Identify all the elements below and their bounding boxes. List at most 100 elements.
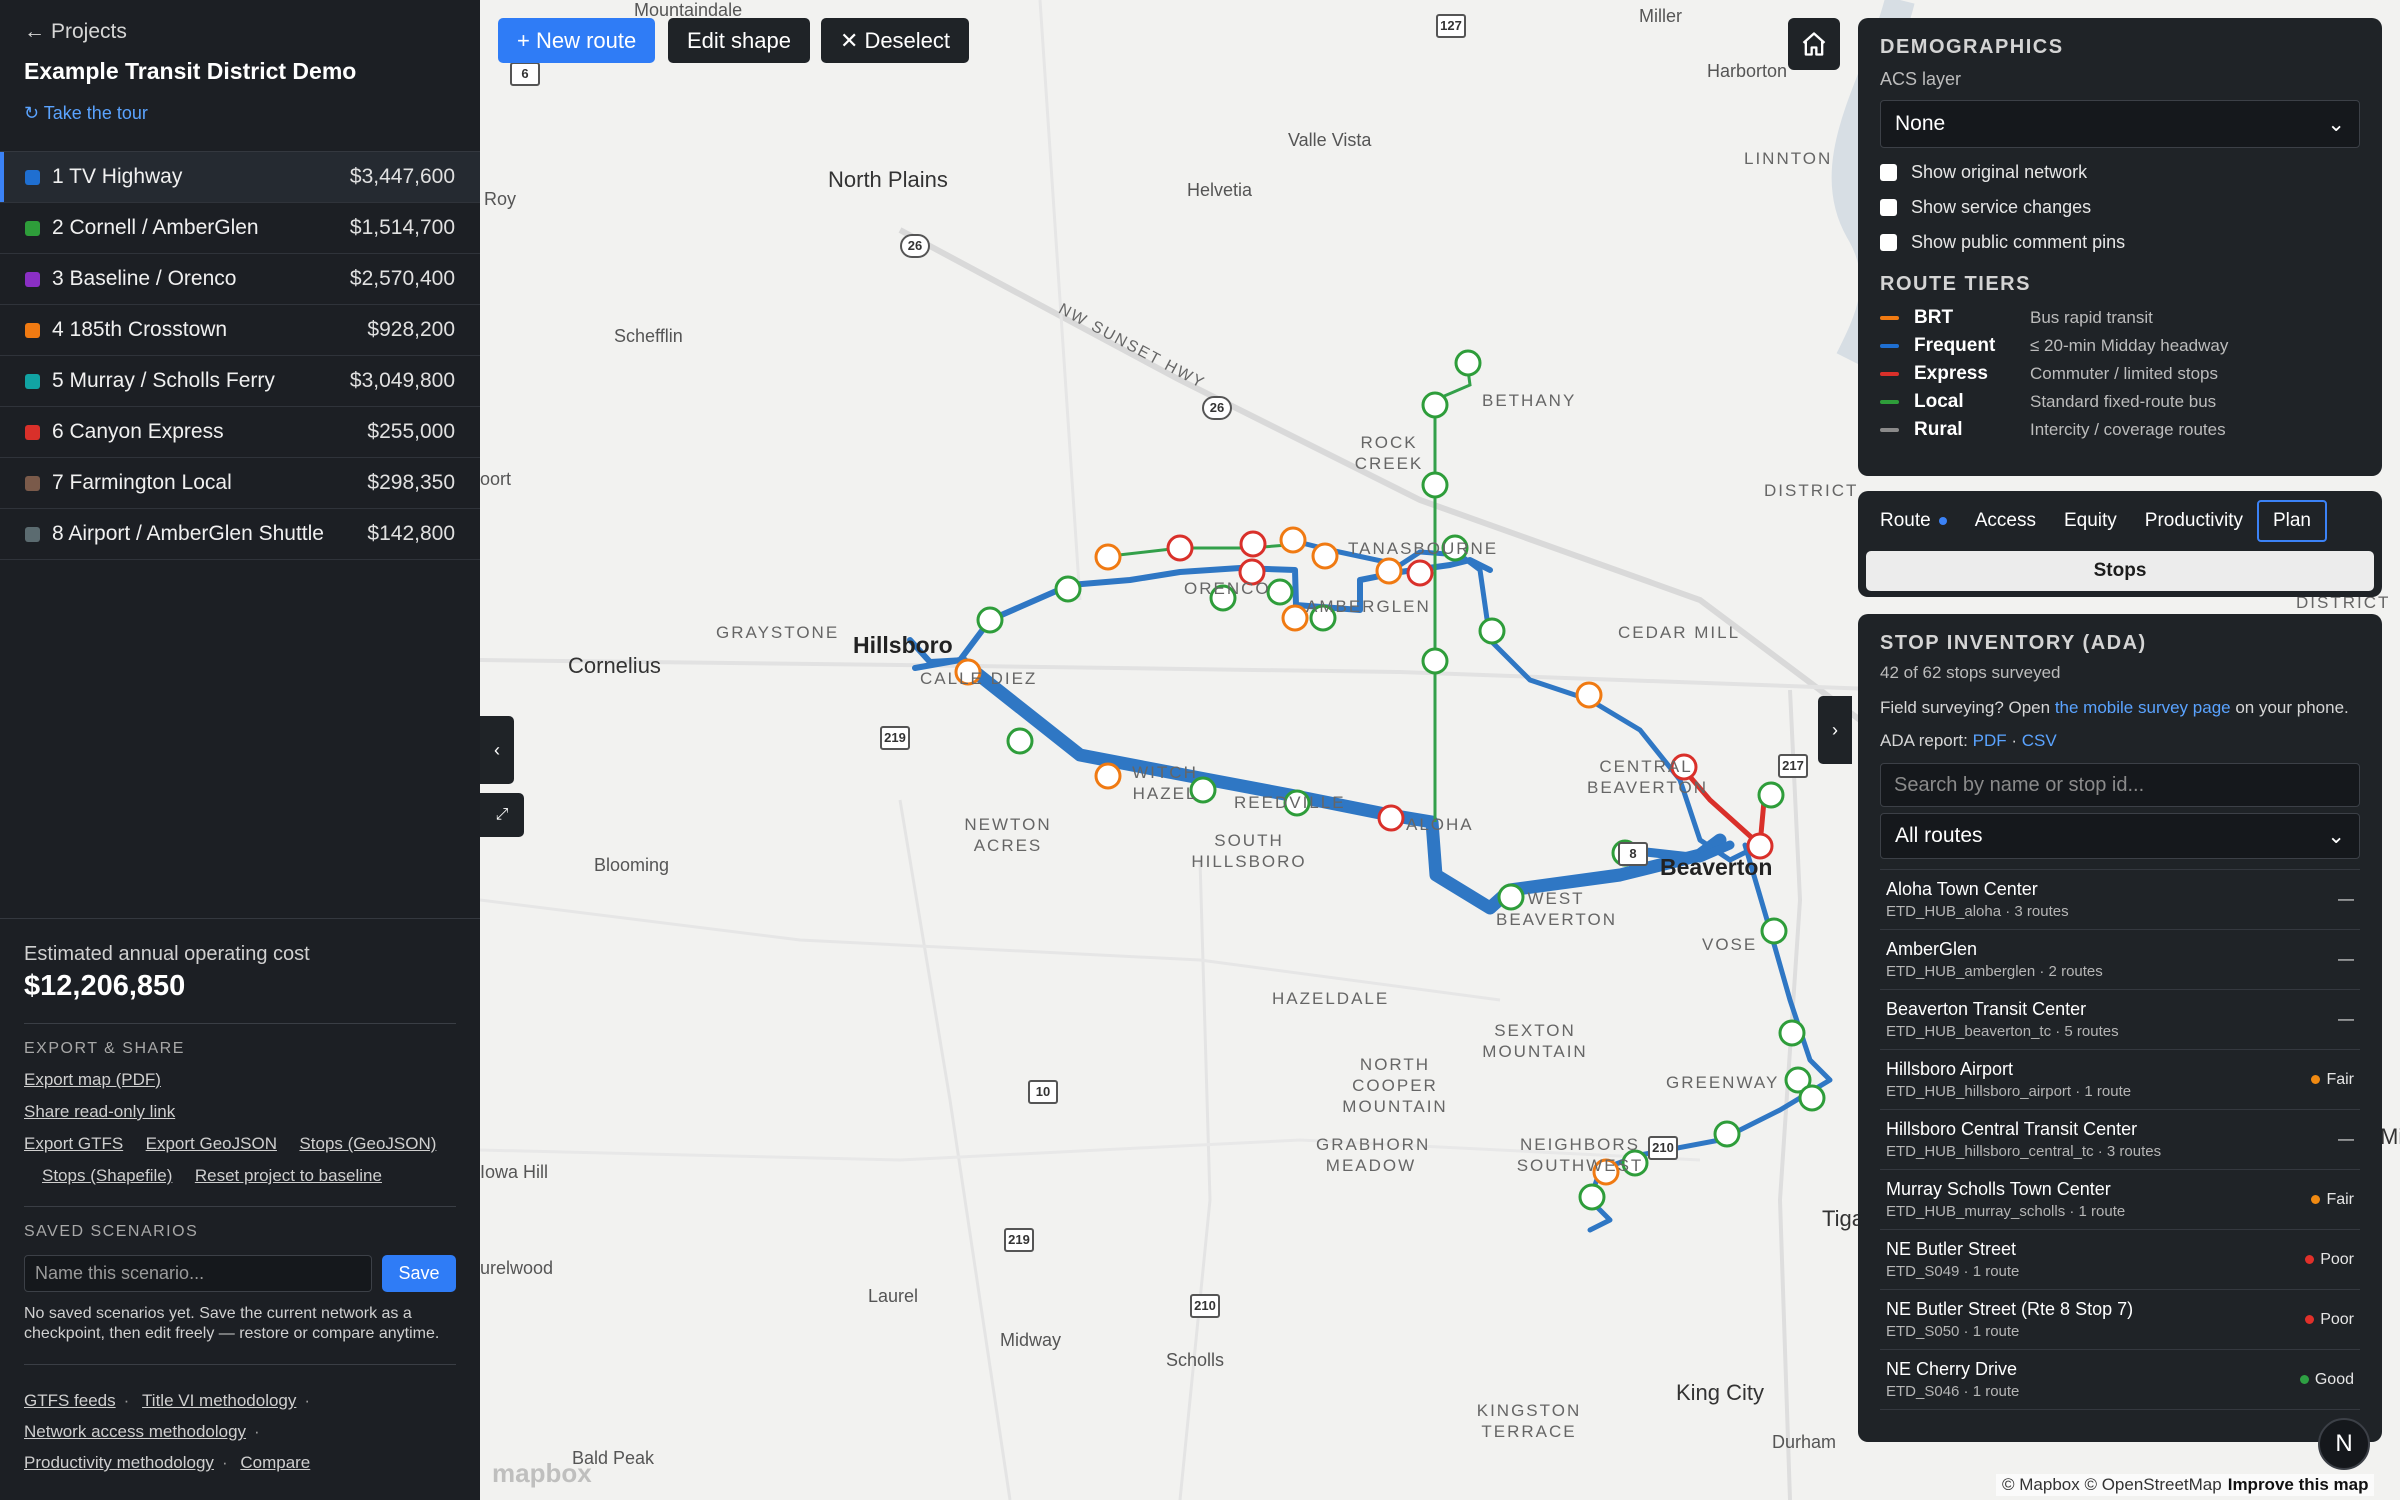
subtab-stops[interactable]: Stops	[1866, 551, 2374, 591]
stop-row[interactable]: Hillsboro Central Transit Center ETD_HUB_…	[1880, 1110, 2360, 1170]
home-button[interactable]	[1788, 18, 1840, 70]
ada-report-separator: ·	[2006, 731, 2022, 750]
fullscreen-button[interactable]: ⤢	[480, 793, 524, 837]
gtfs-feeds-link[interactable]: GTFS feeds	[24, 1385, 116, 1416]
stop-row[interactable]: AmberGlen ETD_HUB_amberglen · 2 routes —	[1880, 930, 2360, 990]
place-sexton-mountain: SEXTON MOUNTAIN	[1482, 1021, 1588, 1061]
demographics-panel: DEMOGRAPHICS ACS layer None ⌄ Show origi…	[1858, 18, 2382, 476]
place-aloha: ALOHA	[1406, 815, 1474, 834]
ada-rating: Fair	[2311, 1191, 2354, 1209]
share-read-only-link[interactable]: Share read-only link	[24, 1102, 175, 1122]
place-helvetia: Helvetia	[1187, 180, 1253, 200]
tier-name: Rural	[1914, 419, 1963, 440]
route-cost: $3,049,800	[349, 369, 455, 392]
stop-row[interactable]: Aloha Town Center ETD_HUB_aloha · 3 route…	[1880, 870, 2360, 930]
stop-info: Hillsboro Central Transit Center ETD_HUB_…	[1886, 1119, 2338, 1160]
edit-shape-button[interactable]: Edit shape	[668, 18, 810, 63]
place-mi: Mi	[2380, 1124, 2400, 1149]
route-item-5[interactable]: 5 Murray / Scholls Ferry $3,049,800	[0, 356, 480, 407]
chevron-down-icon: ⌄	[2327, 824, 2345, 848]
stop-name: AmberGlen	[1886, 939, 1978, 959]
new-route-button[interactable]: + New route	[498, 18, 656, 63]
stop-meta: ETD_HUB_murray_scholls · 1 route	[1886, 1203, 2126, 1220]
show-comment-pins-checkbox[interactable]: Show public comment pins	[1880, 232, 2360, 253]
back-to-projects-link[interactable]: ← Projects	[24, 20, 456, 44]
ada-report-csv-link[interactable]: CSV	[2022, 731, 2057, 750]
scenario-name-input[interactable]	[24, 1255, 372, 1292]
compare-link[interactable]: Compare	[240, 1447, 310, 1478]
rating-dot-icon	[2311, 1075, 2321, 1084]
cost-summary-value: $12,206,850	[24, 970, 186, 1002]
place-iowa-hill: Iowa Hill	[480, 1162, 549, 1182]
place-vose: VOSE	[1702, 935, 1758, 954]
tier-swatch	[1880, 344, 1899, 348]
ada-report-pdf-link[interactable]: PDF	[1973, 731, 2007, 750]
route-shield: 127	[1436, 14, 1466, 38]
place-rock-creek: ROCK CREEK	[1354, 433, 1424, 473]
ada-report-label: ADA report:	[1880, 731, 1973, 750]
acs-layer-select[interactable]: None ⌄	[1880, 100, 2360, 148]
checkbox-box[interactable]	[1880, 199, 1897, 216]
mobile-survey-link[interactable]: the mobile survey page	[2055, 698, 2231, 717]
route-item-8[interactable]: 8 Airport / AmberGlen Shuttle $142,800	[0, 509, 480, 560]
network-access-link[interactable]: Network access methodology	[24, 1416, 246, 1447]
title-vi-link[interactable]: Title VI methodology	[142, 1385, 296, 1416]
route-color-swatch	[25, 373, 40, 389]
user-avatar[interactable]: N	[2318, 1418, 2370, 1470]
place-greenway: GREENWAY	[1666, 1073, 1780, 1092]
stop-row[interactable]: NE Cherry Drive ETD_S046 · 1 route Good	[1880, 1350, 2360, 1410]
route-item-4[interactable]: 4 185th Crosstown $928,200	[0, 305, 480, 356]
stop-row[interactable]: Murray Scholls Town Center ETD_HUB_murray…	[1880, 1170, 2360, 1230]
place-linnton: LINNTON	[1744, 149, 1833, 168]
show-service-changes-checkbox[interactable]: Show service changes	[1880, 197, 2360, 218]
route-filter-select[interactable]: All routes ⌄	[1880, 813, 2360, 859]
checkbox-box[interactable]	[1880, 234, 1897, 251]
place-newton-acres: NEWTON ACRES	[964, 815, 1052, 855]
collapse-right-panel-button[interactable]: ›	[1818, 696, 1852, 764]
tier-swatch	[1880, 400, 1899, 404]
improve-map-link[interactable]: Improve this map	[2228, 1475, 2369, 1494]
stops-shapefile-link[interactable]: Stops (Shapefile)	[42, 1166, 172, 1186]
stop-search-input[interactable]	[1880, 763, 2360, 807]
stop-row[interactable]: NE Butler Street ETD_S049 · 1 route Poor	[1880, 1230, 2360, 1290]
stop-row[interactable]: Beaverton Transit Center ETD_HUB_beaverto…	[1880, 990, 2360, 1050]
export-geojson-link[interactable]: Export GeoJSON	[146, 1134, 277, 1154]
collapse-left-panel-button[interactable]: ‹	[480, 716, 514, 784]
deselect-button[interactable]: ✕ Deselect	[821, 18, 970, 63]
route-color-swatch	[25, 220, 40, 236]
route-item-7[interactable]: 7 Farmington Local $298,350	[0, 458, 480, 509]
stop-row[interactable]: NE Butler Street (Rte 8 Stop 7) ETD_S050 …	[1880, 1290, 2360, 1350]
ada-report: ADA report: PDF · CSV	[1880, 731, 2360, 751]
stop-meta: ETD_HUB_aloha · 3 routes	[1886, 903, 2069, 920]
route-cost: $255,000	[367, 420, 455, 443]
route-shield: 219	[880, 726, 910, 750]
tab-equity[interactable]: Equity	[2050, 500, 2131, 542]
export-gtfs-link[interactable]: Export GTFS	[24, 1134, 123, 1154]
show-original-network-checkbox[interactable]: Show original network	[1880, 162, 2360, 183]
place-west-beaverton: WEST BEAVERTON	[1496, 889, 1617, 929]
tab-plan[interactable]: Plan	[2256, 500, 2327, 542]
scenarios-heading: SAVED SCENARIOS	[24, 1223, 199, 1240]
place-durham: Durham	[1772, 1432, 1837, 1452]
stops-geojson-link[interactable]: Stops (GeoJSON)	[299, 1134, 436, 1154]
take-tour-link[interactable]: ↻ Take the tour	[24, 103, 456, 124]
checkbox-box[interactable]	[1880, 164, 1897, 181]
export-map-pdf-link[interactable]: Export map (PDF)	[24, 1070, 161, 1090]
tab-route[interactable]: Route	[1866, 500, 1961, 542]
route-item-1[interactable]: 1 TV Highway $3,447,600	[0, 152, 480, 203]
route-item-6[interactable]: 6 Canyon Express $255,000	[0, 407, 480, 458]
tier-rural: Rural Intercity / coverage routes	[1880, 416, 2360, 444]
tab-access[interactable]: Access	[1961, 500, 2050, 542]
reset-project-link[interactable]: Reset project to baseline	[195, 1166, 382, 1186]
route-name: 1 TV Highway	[52, 165, 183, 188]
stop-row[interactable]: Hillsboro Airport ETD_HUB_hillsboro_airpo…	[1880, 1050, 2360, 1110]
rating-label: Poor	[2320, 1310, 2354, 1328]
save-scenario-button[interactable]: Save	[382, 1255, 456, 1292]
route-name: 7 Farmington Local	[52, 471, 232, 494]
productivity-methodology-link[interactable]: Productivity methodology	[24, 1447, 214, 1478]
tab-productivity[interactable]: Productivity	[2131, 500, 2257, 542]
route-item-3[interactable]: 3 Baseline / Orenco $2,570,400	[0, 254, 480, 305]
route-item-2[interactable]: 2 Cornell / AmberGlen $1,514,700	[0, 203, 480, 254]
stop-inventory-heading: STOP INVENTORY (ADA)	[1880, 632, 2147, 654]
stop-info: NE Cherry Drive ETD_S046 · 1 route	[1886, 1359, 2300, 1400]
